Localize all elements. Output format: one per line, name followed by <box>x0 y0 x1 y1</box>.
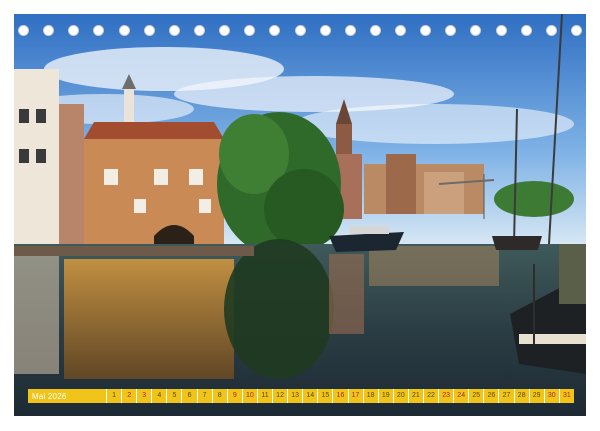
day-cell: 26 <box>483 389 498 403</box>
binding-hole <box>344 25 356 36</box>
binding-hole <box>43 25 55 36</box>
binding-hole <box>294 25 306 36</box>
day-cell: 20 <box>392 389 408 403</box>
binding-hole <box>68 25 80 36</box>
spiral-binding <box>18 22 582 40</box>
day-cell: 24 <box>453 389 468 403</box>
binding-hole <box>420 25 432 36</box>
binding-hole <box>470 25 482 36</box>
day-cell: 31 <box>558 389 574 403</box>
day-cell: 17 <box>347 389 363 403</box>
binding-hole <box>495 25 507 36</box>
day-cell: 13 <box>287 389 302 403</box>
binding-hole <box>571 25 582 36</box>
binding-hole <box>269 25 281 36</box>
binding-hole <box>219 25 231 36</box>
day-cell: 8 <box>211 389 227 403</box>
day-cell: 18 <box>362 389 378 403</box>
binding-hole <box>143 25 155 36</box>
binding-hole <box>244 25 256 36</box>
binding-hole <box>369 25 381 36</box>
day-cell: 25 <box>468 389 483 403</box>
day-cells: 1 2 3 4 5 6 7 8 9 10 11 12 13 14 15 16 17 18 19 20 21 22 23 24 2… <box>106 389 574 403</box>
day-cell: 10 <box>241 389 257 403</box>
day-cell: 16 <box>332 389 347 403</box>
day-cell: 28 <box>513 389 529 403</box>
day-cell: 6 <box>181 389 196 403</box>
day-cell: 7 <box>196 389 212 403</box>
day-cell: 30 <box>543 389 559 403</box>
day-cell: 2 <box>121 389 136 403</box>
day-cell: 27 <box>498 389 513 403</box>
binding-hole <box>445 25 457 36</box>
day-cell: 1 <box>106 389 121 403</box>
binding-hole <box>168 25 180 36</box>
day-cell: 3 <box>136 389 151 403</box>
binding-hole <box>395 25 407 36</box>
day-cell: 23 <box>438 389 453 403</box>
day-cell: 5 <box>166 389 181 403</box>
binding-hole <box>118 25 130 36</box>
day-cell: 22 <box>422 389 438 403</box>
month-label: Mai 2026 <box>32 391 67 401</box>
day-cell: 21 <box>407 389 423 403</box>
day-cell: 29 <box>528 389 544 403</box>
binding-hole <box>18 25 29 36</box>
day-cell: 14 <box>302 389 317 403</box>
calendar-strip: Mai 2026 1 2 3 4 5 6 7 8 9 10 11 12 13 14 15 16 17 18 19 20… <box>28 389 574 403</box>
binding-hole <box>520 25 532 36</box>
day-cell: 4 <box>151 389 166 403</box>
day-cell: 15 <box>317 389 332 403</box>
day-cell: 19 <box>377 389 393 403</box>
day-cell: 12 <box>272 389 287 403</box>
day-cell: 9 <box>226 389 242 403</box>
day-cell: 11 <box>256 389 272 403</box>
binding-hole <box>193 25 205 36</box>
binding-hole <box>93 25 105 36</box>
binding-hole <box>319 25 331 36</box>
calendar-page: Mai 2026 1 2 3 4 5 6 7 8 9 10 11 12 13 14 15 16 17 18 19 20… <box>0 0 600 431</box>
harbor-photo <box>14 14 586 416</box>
binding-hole <box>545 25 557 36</box>
